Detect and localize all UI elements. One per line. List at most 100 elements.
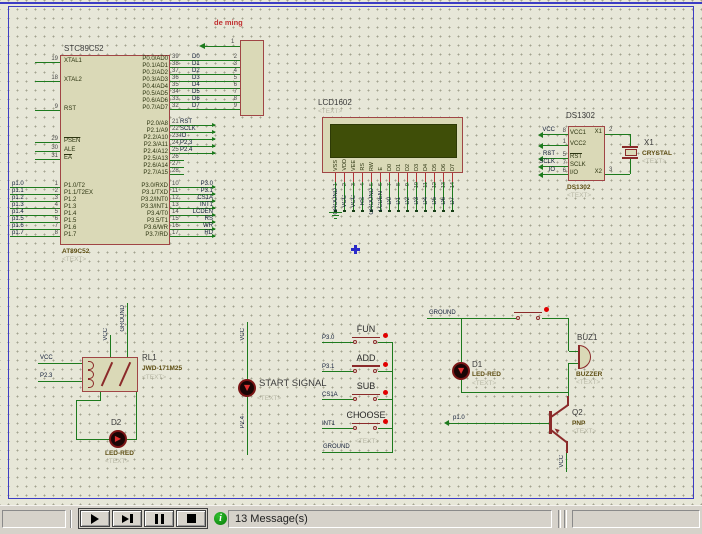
schematic-canvas[interactable]: STC89C52 AT89C52 <TEXT> 19 XTAL1 18 XTAL… bbox=[0, 0, 702, 505]
wire[interactable] bbox=[567, 396, 569, 406]
lcd-pin-column[interactable]: 11 D4 bbox=[421, 173, 430, 219]
net-label: VCC bbox=[559, 455, 565, 468]
wire[interactable] bbox=[566, 441, 568, 453]
crystal-x1[interactable] bbox=[625, 149, 637, 156]
lcd-pin-column[interactable]: 6 LCDEN bbox=[376, 173, 385, 219]
wire[interactable] bbox=[569, 351, 578, 352]
push-button-icon[interactable] bbox=[352, 394, 380, 396]
net-label: p1.7 bbox=[12, 230, 24, 236]
lcd-pin-column[interactable]: 10 D3 bbox=[412, 173, 421, 219]
wire[interactable] bbox=[461, 318, 462, 362]
wire[interactable] bbox=[322, 342, 354, 343]
lcd-pin-column[interactable]: 3 VCC bbox=[349, 173, 358, 219]
push-button-icon[interactable] bbox=[352, 337, 380, 339]
wire[interactable] bbox=[605, 134, 630, 135]
wire[interactable] bbox=[170, 236, 215, 237]
lcd-pin-column[interactable]: 14 D7 bbox=[448, 173, 457, 219]
mcu-pin-row[interactable]: P3.7/RD 17 RD bbox=[60, 234, 275, 241]
buzzer-value-label: BUZZER bbox=[576, 371, 602, 378]
button-actuator-dot[interactable] bbox=[383, 333, 388, 338]
pin-label: P2.2/A10 bbox=[143, 135, 168, 141]
wire[interactable] bbox=[35, 81, 60, 82]
wire[interactable] bbox=[35, 151, 60, 152]
wire[interactable] bbox=[322, 371, 354, 372]
lcd-pin-column[interactable]: 13 D6 bbox=[439, 173, 448, 219]
net-label: D1 bbox=[192, 61, 200, 67]
lcd-text-placeholder: <TEXT> bbox=[318, 108, 342, 115]
transistor-text-placeholder: <TEXT> bbox=[572, 428, 596, 435]
stop-button[interactable] bbox=[176, 510, 206, 527]
wire[interactable] bbox=[38, 381, 82, 382]
wire[interactable] bbox=[392, 342, 393, 453]
wire[interactable] bbox=[322, 428, 354, 429]
wire-arrow bbox=[444, 420, 449, 426]
pause-button[interactable] bbox=[144, 510, 174, 527]
wire[interactable] bbox=[605, 174, 630, 175]
wire[interactable] bbox=[35, 142, 60, 143]
wire[interactable] bbox=[542, 318, 568, 319]
wire[interactable] bbox=[76, 400, 101, 401]
wire[interactable] bbox=[568, 363, 569, 396]
rtc-ref-label: DS1302 bbox=[566, 111, 595, 120]
wire[interactable] bbox=[76, 400, 77, 439]
pin-label: I/O bbox=[570, 170, 578, 176]
button-terminal bbox=[373, 397, 377, 401]
wire[interactable] bbox=[542, 134, 568, 135]
wire[interactable] bbox=[76, 439, 109, 440]
info-icon[interactable]: i bbox=[214, 512, 227, 525]
connector-pin-row[interactable]: 9 bbox=[226, 106, 238, 113]
wire[interactable] bbox=[204, 46, 240, 47]
wire[interactable] bbox=[378, 371, 392, 372]
wire[interactable] bbox=[568, 318, 569, 351]
wire[interactable] bbox=[35, 159, 60, 160]
wire[interactable] bbox=[630, 134, 631, 146]
step-button[interactable] bbox=[112, 510, 142, 527]
push-button-icon[interactable] bbox=[352, 423, 380, 425]
wire[interactable] bbox=[378, 399, 392, 400]
net-label: D4 bbox=[421, 186, 430, 216]
lcd-pin-column[interactable]: 4 RS bbox=[358, 173, 367, 219]
wire[interactable] bbox=[110, 335, 111, 357]
lcd-pin-column[interactable]: 8 D1 bbox=[394, 173, 403, 219]
wire[interactable] bbox=[322, 399, 354, 400]
message-panel[interactable]: 13 Message(s) bbox=[228, 510, 552, 528]
wire[interactable] bbox=[10, 236, 60, 237]
lcd-pin-column[interactable]: 12 D5 bbox=[430, 173, 439, 219]
wire[interactable] bbox=[542, 174, 568, 175]
lcd-pins: 1 GROUND 2 VCC 3 bbox=[331, 173, 457, 219]
wire[interactable] bbox=[35, 62, 60, 63]
wire[interactable] bbox=[427, 318, 516, 319]
wire[interactable] bbox=[461, 392, 568, 393]
button-actuator-dot[interactable] bbox=[544, 307, 549, 312]
wire[interactable] bbox=[630, 159, 631, 174]
wire[interactable] bbox=[378, 342, 392, 343]
lcd-pin-column[interactable]: 5 GROUND bbox=[367, 173, 376, 219]
ground-symbol bbox=[334, 218, 337, 219]
play-button[interactable] bbox=[80, 510, 110, 527]
push-button-icon[interactable] bbox=[352, 365, 380, 367]
lcd-pin-column[interactable]: 9 D2 bbox=[403, 173, 412, 219]
mcu-pin-row[interactable]: P2.7/A15 28 bbox=[60, 172, 275, 179]
net-label: SCLK bbox=[180, 126, 196, 132]
lcd-pin-column[interactable]: 7 D0 bbox=[385, 173, 394, 219]
wire[interactable] bbox=[542, 145, 568, 146]
wire[interactable] bbox=[322, 452, 392, 453]
wire[interactable] bbox=[378, 428, 392, 429]
wire[interactable] bbox=[35, 110, 60, 111]
wire[interactable] bbox=[127, 439, 137, 440]
wire[interactable] bbox=[38, 363, 82, 364]
header-connector-body[interactable] bbox=[240, 40, 264, 116]
push-button-icon[interactable] bbox=[514, 312, 542, 314]
rtc-pin-row[interactable]: IO6I/O bbox=[538, 172, 605, 180]
wire[interactable] bbox=[136, 392, 137, 439]
led-d1[interactable]: ▶ bbox=[452, 362, 470, 380]
wire[interactable] bbox=[566, 453, 567, 472]
wire[interactable] bbox=[170, 174, 184, 175]
wire[interactable] bbox=[448, 423, 549, 424]
wire[interactable] bbox=[542, 166, 568, 167]
wire[interactable] bbox=[569, 363, 578, 364]
led-d2[interactable]: ▶ bbox=[109, 430, 127, 448]
wire[interactable] bbox=[127, 303, 128, 357]
start-signal-led[interactable]: ▶ bbox=[238, 379, 256, 397]
button-actuator-dot[interactable] bbox=[383, 362, 388, 367]
